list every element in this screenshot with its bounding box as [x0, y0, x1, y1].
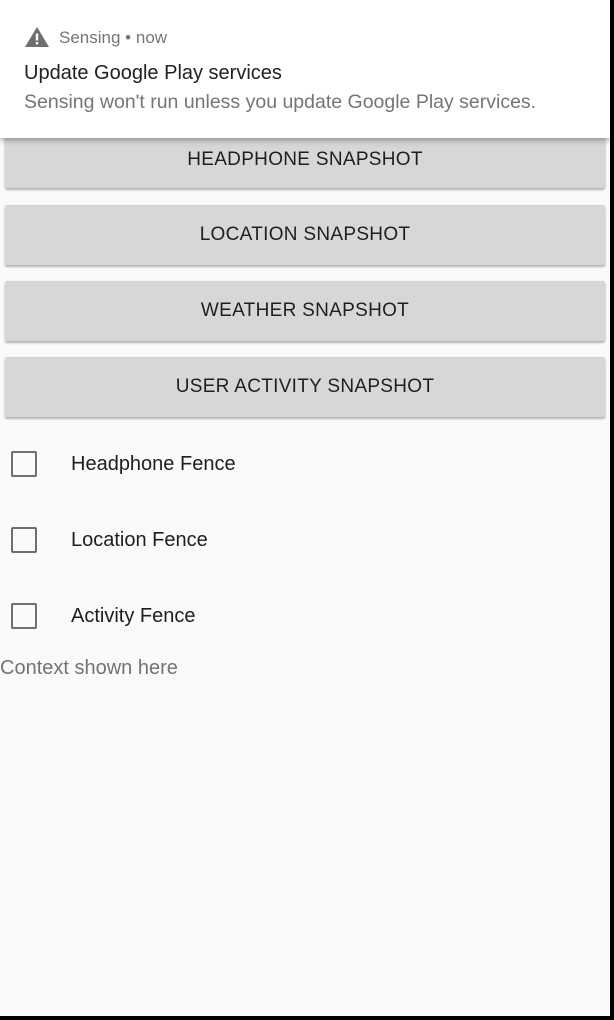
notification-header: Sensing • now: [59, 28, 167, 48]
notification-title: Update Google Play services: [24, 62, 282, 84]
activity-fence-checkbox[interactable]: [11, 603, 37, 629]
user-activity-snapshot-button[interactable]: USER ACTIVITY SNAPSHOT: [5, 357, 605, 417]
warning-icon: [24, 26, 50, 48]
notification-separator: •: [125, 28, 132, 47]
notification-time: now: [135, 28, 168, 47]
weather-snapshot-button[interactable]: WEATHER SNAPSHOT: [5, 281, 605, 341]
headphone-fence-row[interactable]: Headphone Fence: [0, 444, 610, 484]
notification-app-name: Sensing: [59, 28, 121, 47]
location-snapshot-button[interactable]: LOCATION SNAPSHOT: [5, 205, 605, 265]
app-content: HEADPHONE SNAPSHOT LOCATION SNAPSHOT WEA…: [0, 0, 610, 1016]
notification-body: Sensing won't run unless you update Goog…: [24, 91, 537, 113]
headphone-fence-label[interactable]: Headphone Fence: [71, 453, 236, 476]
headphone-fence-checkbox[interactable]: [11, 451, 37, 477]
activity-fence-label[interactable]: Activity Fence: [71, 605, 195, 628]
activity-fence-row[interactable]: Activity Fence: [0, 596, 610, 636]
context-output-text: Context shown here: [0, 657, 178, 679]
location-fence-checkbox[interactable]: [11, 527, 37, 553]
location-fence-row[interactable]: Location Fence: [0, 520, 610, 560]
phone-screen: HEADPHONE SNAPSHOT LOCATION SNAPSHOT WEA…: [0, 0, 610, 1016]
notification-card[interactable]: Sensing • now Update Google Play service…: [0, 0, 610, 138]
location-fence-label[interactable]: Location Fence: [71, 529, 208, 552]
